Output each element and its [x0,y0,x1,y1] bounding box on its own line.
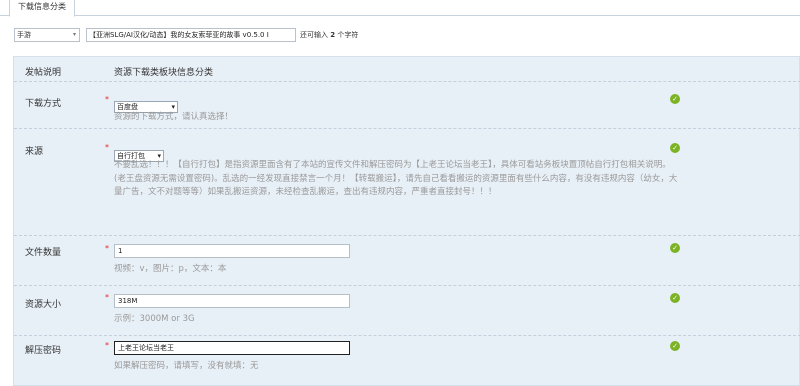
check-circle-icon: ✓ [670,143,680,153]
extract-password-label: 解压密码 [25,346,62,356]
required-mark: * [105,293,109,302]
required-mark: * [105,95,109,104]
check-circle-icon: ✓ [670,341,680,351]
check-circle-icon: ✓ [670,94,680,104]
file-count-input[interactable]: 1 [114,244,350,258]
title-row: 手游 ▾ 【亚洲SLG/AI汉化/动态】我的女友索菲亚的故事 v0.5.0 I … [0,25,800,45]
thread-type-value: 手游 [17,31,31,39]
source-row: 来源 * 自行打包 ▾ 不要乱选！！！【自行打包】是指资源里面含有了本站的宣传文… [14,129,800,236]
required-mark: * [105,244,109,253]
file-count-control: 1 [114,244,350,258]
thread-title-input[interactable]: 【亚洲SLG/AI汉化/动态】我的女友索菲亚的故事 v0.5.0 I [86,28,296,42]
download-method-label: 下载方式 [25,99,62,109]
header-value: 资源下载类板块信息分类 [114,68,214,78]
file-count-row: 文件数量 * 1 视频：v，图片：p，文本：本 ✓ [14,236,800,286]
category-form-panel: 发帖说明 资源下载类板块信息分类 下载方式 * 百度盘 ▾ 资源的下载方式，请认… [13,56,800,386]
extract-password-input[interactable]: 上老王论坛当老王 [114,341,350,355]
remain-prefix: 还可输入 [300,31,328,39]
check-circle-icon: ✓ [670,293,680,303]
resource-size-hint: 示例：3000M or 3G [114,314,195,324]
download-method-value: 百度盘 [117,103,138,111]
chevron-down-icon: ▾ [72,31,76,38]
post-form-page: 下载信息分类 手游 ▾ 【亚洲SLG/AI汉化/动态】我的女友索菲亚的故事 v0… [0,0,800,386]
resource-size-row: 资源大小 * 318M 示例：3000M or 3G ✓ [14,286,800,336]
thread-type-select[interactable]: 手游 ▾ [14,28,80,42]
extract-password-row: 解压密码 * 上老王论坛当老王 如果解压密码，请填写，没有就填：无 ✓ [14,336,800,386]
resource-size-control: 318M [114,294,350,308]
required-mark: * [105,143,109,152]
header-label: 发帖说明 [25,68,62,78]
download-method-hint: 资源的下载方式，请认真选择！ [114,112,234,122]
extract-password-hint: 如果解压密码，请填写，没有就填：无 [114,361,259,371]
file-count-hint: 视频：v，图片：p，文本：本 [114,264,227,274]
download-method-row: 下载方式 * 百度盘 ▾ 资源的下载方式，请认真选择！ ✓ [14,82,800,129]
form-header-row: 发帖说明 资源下载类板块信息分类 [14,57,800,82]
file-count-label: 文件数量 [25,248,62,258]
tab-bar: 下载信息分类 [0,0,800,17]
tab-download-category[interactable]: 下载信息分类 [9,0,75,17]
resource-size-label: 资源大小 [25,300,62,310]
required-mark: * [105,341,109,350]
check-circle-icon: ✓ [670,243,680,253]
extract-password-control: 上老王论坛当老王 [114,341,350,355]
source-note: 不要乱选！！！【自行打包】是指资源里面含有了本站的宣传文件和解压密码为【上老王论… [114,160,678,198]
source-label: 来源 [25,147,44,157]
char-remaining: 还可输入 2 个字符 [300,29,358,41]
remain-suffix: 个字符 [337,31,359,39]
resource-size-input[interactable]: 318M [114,294,350,308]
remain-count: 2 [330,31,336,39]
